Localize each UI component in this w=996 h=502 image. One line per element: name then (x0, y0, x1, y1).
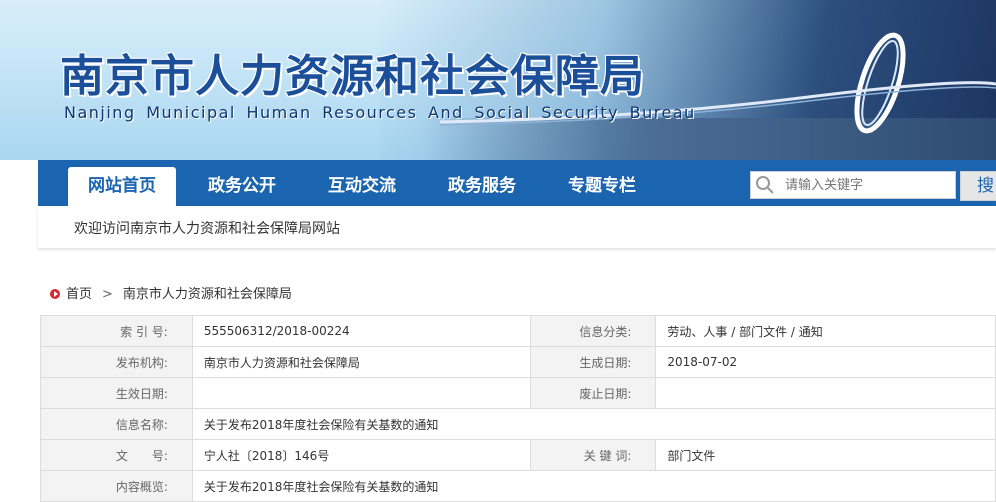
label-publisher: 发布机构: (40, 346, 193, 378)
nav-tab-interaction[interactable]: 互动交流 (310, 167, 414, 206)
value-expiry-date (655, 377, 996, 409)
breadcrumb-separator: > (102, 287, 113, 302)
welcome-text: 欢迎访问南京市人力资源和社会保障局网站 (74, 221, 340, 237)
value-document-number: 宁人社〔2018〕146号 (191, 439, 531, 471)
label-document-number: 文 号: (40, 439, 193, 471)
home-icon (50, 289, 60, 299)
table-row: 生效日期: 废止日期: (40, 377, 996, 409)
breadcrumb-home-link[interactable]: 首页 (66, 287, 92, 302)
label-created-date: 生成日期: (529, 346, 657, 378)
label-summary: 内容概览: (40, 470, 193, 502)
table-row: 索 引 号: 555506312/2018-00224 信息分类: 劳动、人事 … (40, 315, 996, 347)
label-info-name: 信息名称: (40, 408, 193, 440)
breadcrumb: 首页 > 南京市人力资源和社会保障局 (50, 283, 292, 302)
search-button[interactable]: 搜索 (960, 171, 996, 201)
value-index-number: 555506312/2018-00224 (191, 315, 531, 347)
label-keywords: 关 键 词: (529, 439, 657, 471)
breadcrumb-current[interactable]: 南京市人力资源和社会保障局 (123, 287, 292, 302)
header-banner: 南京市人力资源和社会保障局 Nanjing Municipal Human Re… (0, 0, 996, 160)
site-title: 南京市人力资源和社会保障局 (60, 51, 645, 102)
value-category: 劳动、人事 / 部门文件 / 通知 (655, 315, 996, 347)
nav-tab-home[interactable]: 网站首页 (68, 167, 176, 206)
value-created-date: 2018-07-02 (655, 346, 996, 378)
document-info-table: 索 引 号: 555506312/2018-00224 信息分类: 劳动、人事 … (40, 315, 996, 502)
label-expiry-date: 废止日期: (529, 377, 657, 409)
label-index-number: 索 引 号: (40, 315, 193, 347)
nav-tab-services[interactable]: 政务服务 (430, 167, 534, 206)
table-row: 信息名称: 关于发布2018年度社会保险有关基数的通知 (40, 408, 996, 440)
site-title-english: Nanjing Municipal Human Resources And So… (64, 103, 696, 122)
nav-tab-special-topics[interactable]: 专题专栏 (550, 167, 654, 206)
value-info-name: 关于发布2018年度社会保险有关基数的通知 (191, 408, 996, 440)
value-publisher: 南京市人力资源和社会保障局 (191, 346, 531, 378)
table-row: 内容概览: 关于发布2018年度社会保险有关基数的通知 (40, 470, 996, 502)
value-keywords: 部门文件 (655, 439, 996, 471)
search-box (750, 171, 956, 199)
table-row: 文 号: 宁人社〔2018〕146号 关 键 词: 部门文件 (40, 439, 996, 471)
search-input[interactable] (785, 172, 949, 198)
value-summary: 关于发布2018年度社会保险有关基数的通知 (191, 470, 996, 502)
table-row: 发布机构: 南京市人力资源和社会保障局 生成日期: 2018-07-02 (40, 346, 996, 378)
label-effective-date: 生效日期: (40, 377, 193, 409)
value-effective-date (191, 377, 531, 409)
welcome-bar: 欢迎访问南京市人力资源和社会保障局网站 (38, 206, 996, 248)
label-category: 信息分类: (529, 315, 657, 347)
nav-tab-government-affairs[interactable]: 政务公开 (190, 167, 294, 206)
search-icon (756, 176, 774, 194)
main-nav: 网站首页 政务公开 互动交流 政务服务 专题专栏 搜索 (38, 160, 996, 206)
